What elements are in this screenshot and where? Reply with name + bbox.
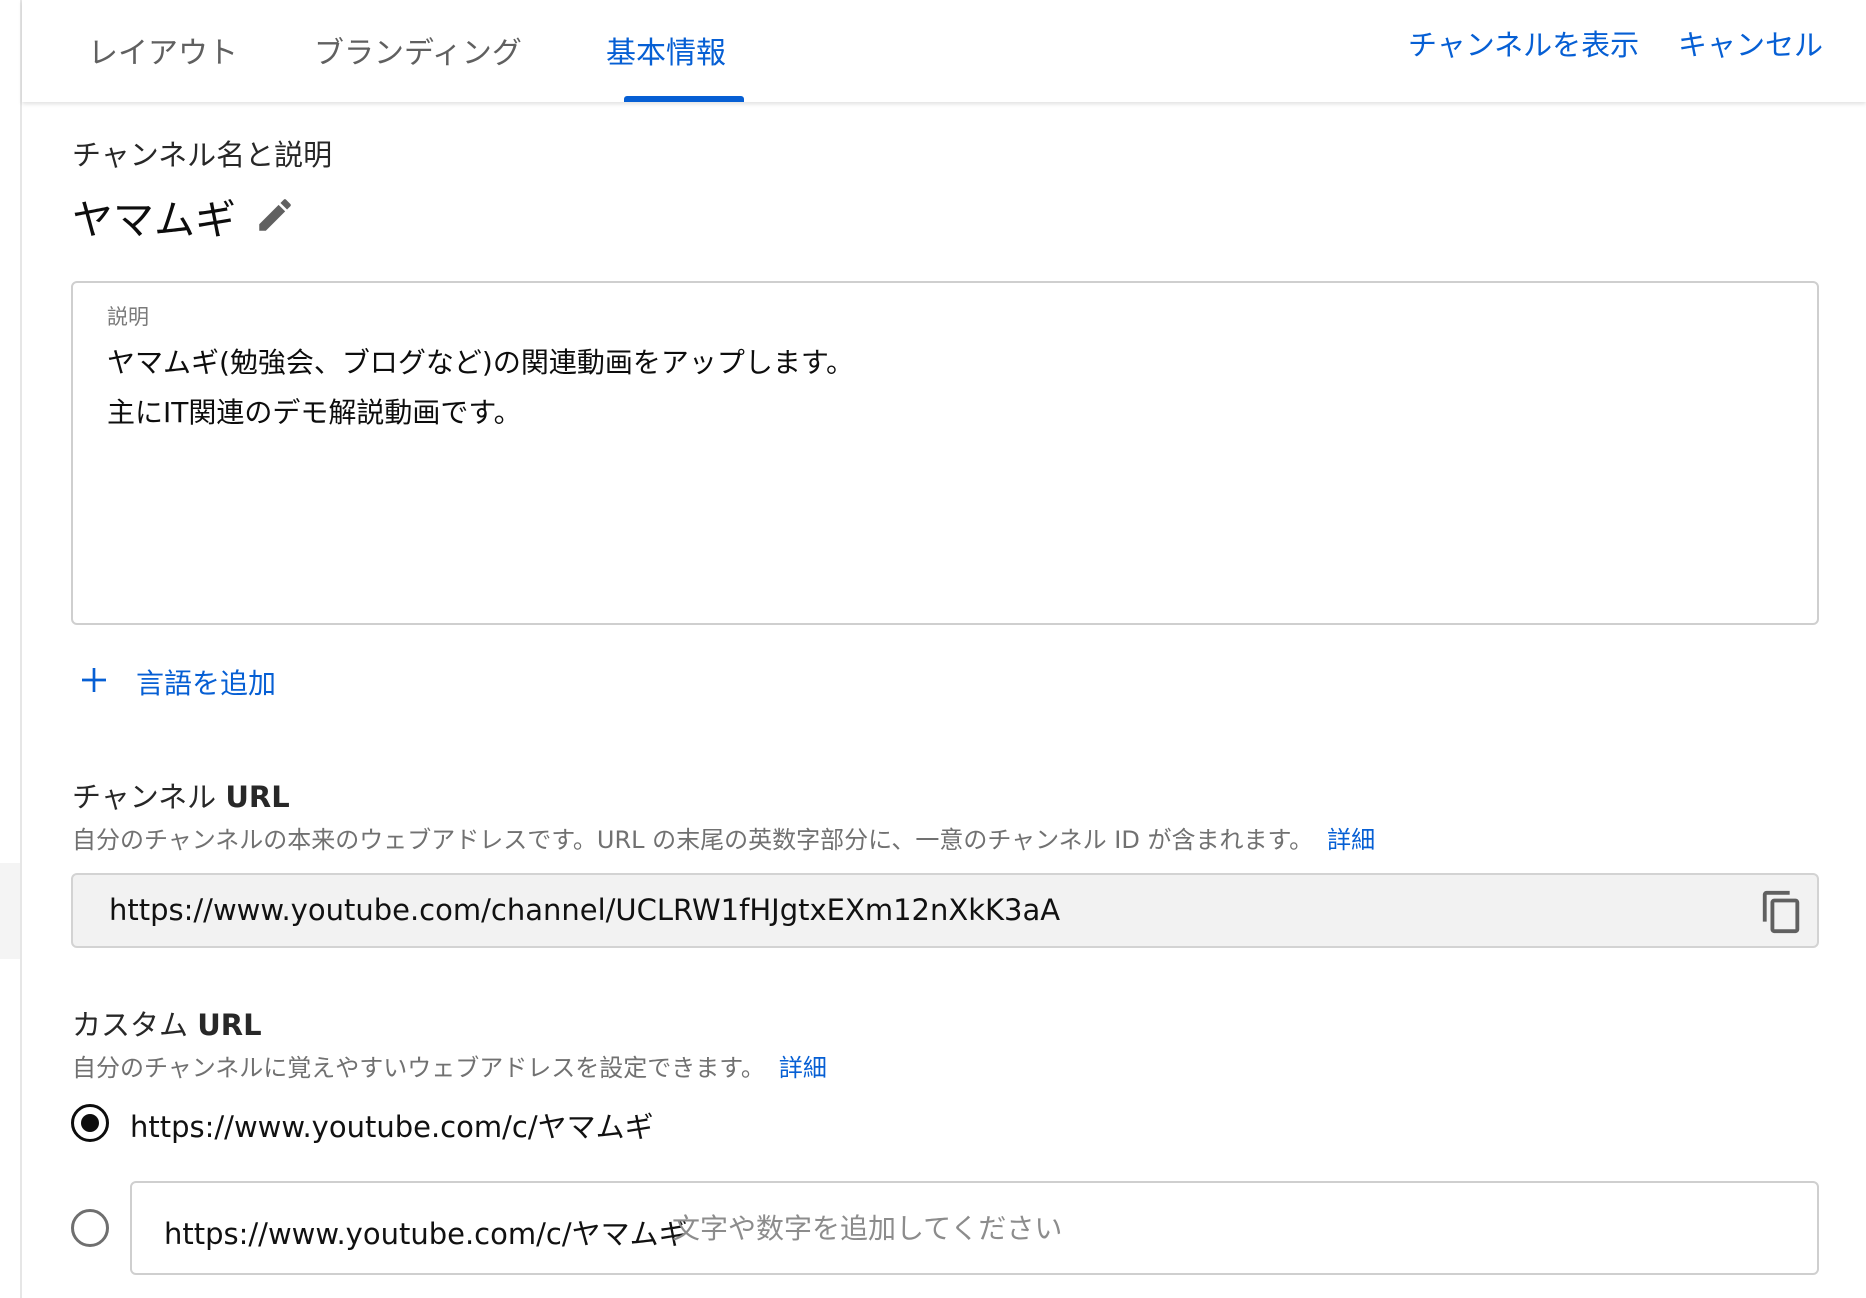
- name-description-heading: チャンネル名と説明: [72, 138, 333, 172]
- active-tab-indicator: [624, 96, 744, 102]
- plus-icon: [82, 668, 106, 692]
- channel-url-title: チャンネル URL: [72, 780, 290, 814]
- custom-url-hint: 自分のチャンネルに覚えやすいウェブアドレスを設定できます。 詳細: [72, 1054, 827, 1082]
- description-label: 説明: [107, 305, 149, 329]
- custom-url-prefix: https://www.youtube.com/c/ヤマムギ: [164, 1217, 688, 1251]
- custom-url-radio-new[interactable]: [71, 1209, 109, 1247]
- channel-url-hint: 自分のチャンネルの本来のウェブアドレスです。URL の末尾の英数字部分に、一意の…: [72, 826, 1376, 854]
- description-field[interactable]: 説明 ヤマムギ(勉強会、ブログなど)の関連動画をアップします。 主にIT関連のデ…: [71, 281, 1819, 625]
- custom-url-field: https://www.youtube.com/c/ヤマムギ: [130, 1181, 1819, 1275]
- custom-url-title: カスタム URL: [72, 1008, 262, 1042]
- custom-url-radio-selected[interactable]: [71, 1104, 109, 1142]
- custom-url-option-label: https://www.youtube.com/c/ヤマムギ: [130, 1110, 654, 1144]
- custom-url-learn-more-link[interactable]: 詳細: [779, 1054, 827, 1082]
- tab-layout[interactable]: レイアウト: [88, 28, 238, 72]
- nav-rail-highlight: [0, 863, 20, 959]
- channel-name: ヤマムギ: [72, 196, 236, 244]
- left-nav-rail: [0, 0, 22, 1298]
- description-line-2: 主にIT関連のデモ解説動画です。: [107, 396, 522, 429]
- top-tab-bar: レイアウト ブランディング 基本情報 チャンネルを表示 キャンセル: [22, 0, 1866, 102]
- cancel-button[interactable]: キャンセル: [1678, 22, 1823, 64]
- description-line-1: ヤマムギ(勉強会、ブログなど)の関連動画をアップします。: [107, 346, 855, 379]
- tab-basic-info[interactable]: 基本情報: [606, 28, 726, 72]
- add-language-label: 言語を追加: [136, 667, 277, 700]
- copy-icon[interactable]: [1759, 887, 1805, 937]
- channel-url-value: https://www.youtube.com/channel/UCLRW1fH…: [109, 893, 1061, 927]
- tab-branding[interactable]: ブランディング: [314, 28, 522, 72]
- custom-url-input[interactable]: [672, 1205, 1772, 1251]
- pencil-icon[interactable]: [254, 194, 296, 236]
- view-channel-button[interactable]: チャンネルを表示: [1408, 22, 1639, 64]
- channel-url-field: https://www.youtube.com/channel/UCLRW1fH…: [71, 873, 1819, 948]
- channel-url-learn-more-link[interactable]: 詳細: [1327, 826, 1375, 854]
